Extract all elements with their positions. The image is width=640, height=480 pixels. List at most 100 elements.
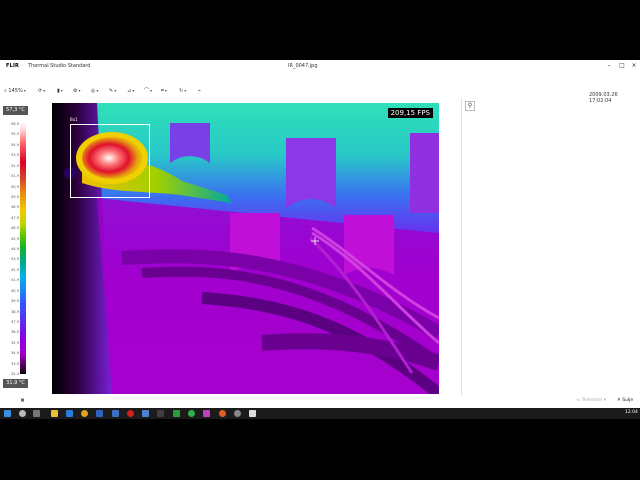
chart-button[interactable]: ⌁: [198, 85, 201, 97]
app-icon-5[interactable]: [157, 410, 164, 417]
scale-tick-label: 51,9: [10, 174, 19, 179]
flir-logo: FLIR: [6, 63, 20, 69]
holder-5: [344, 215, 394, 275]
scale-tick-label: 52,9: [10, 163, 19, 168]
scale-ticks: 56,9 55,9 54,9 53,9 52,9 51,9 50,9 49,9 48,9 47,9…: [2, 122, 19, 376]
target-icon: ◎: [91, 88, 96, 94]
minimize-button[interactable]: –: [603, 61, 615, 71]
scale-max-label[interactable]: 57,3 °C: [3, 106, 28, 115]
scale-tick-label: 37,9: [10, 319, 19, 324]
roi-label: Bx1: [70, 117, 78, 122]
chevron-down-icon: ▾: [60, 88, 63, 93]
whatsapp-icon[interactable]: [188, 410, 195, 417]
status-bar: × ▭ Telemetri ▾ ✕ Sulje: [0, 396, 640, 408]
refresh-icon: ↻: [179, 88, 184, 94]
zoom-dropdown[interactable]: ⌕ 145%▾: [4, 85, 26, 97]
roi-box[interactable]: [70, 124, 150, 198]
flir-taskbar-icon[interactable]: [249, 410, 256, 417]
toolbar: ⌕ 145%▾ ⟳▾ ▮▾ ⚙▾ ◎▾ ✎▾ ⊿▾ ⌒▾ ⌗▾ ↻▾ ⌁: [0, 85, 640, 97]
chevron-down-icon: ▾: [43, 88, 46, 93]
close-button[interactable]: ✕ Sulje: [617, 398, 633, 403]
app-icon-2[interactable]: [112, 410, 119, 417]
palette-button[interactable]: ▮▾: [57, 85, 63, 97]
scale-tick-label: 35,9: [10, 340, 19, 345]
close-label: Sulje: [622, 398, 634, 403]
measure-icon: ⊿: [127, 88, 132, 94]
scale-tick-label: 44,9: [10, 247, 19, 251]
zoom-icon: ⌕: [4, 88, 7, 94]
panel-divider: [461, 98, 462, 398]
pin-button[interactable]: ⚲: [465, 101, 475, 111]
palette-icon: ▮: [57, 88, 60, 94]
chevron-down-icon: ▾: [78, 88, 81, 93]
zoom-value: 145%: [8, 88, 23, 94]
scale-tick-label: 41,9: [10, 278, 19, 283]
scale-tick-label: 50,9: [10, 184, 19, 189]
scale-tick-label: 34,9: [10, 351, 19, 356]
scale-tick-label: 43,9: [10, 257, 19, 262]
settings-icon: ⚙: [73, 88, 78, 94]
thermal-image[interactable]: Bx1 209,15 FPS: [52, 103, 439, 394]
settings-button[interactable]: ⚙▾: [73, 85, 81, 97]
holder-2: [286, 138, 336, 208]
scale-min-label[interactable]: 31,9 °C: [3, 379, 28, 388]
document-title: IR_0047.jpg: [288, 63, 318, 69]
telemetry-dropdown[interactable]: ▭ Telemetri ▾: [576, 398, 606, 403]
app-icon-1[interactable]: [96, 410, 103, 417]
flir-thermal-studio-window: FLIR Thermal Studio Standard IR_0047.jpg…: [0, 60, 640, 408]
scale-tick-label: 56,9: [10, 122, 19, 126]
crop-icon: ⌗: [161, 88, 164, 94]
app-icon-8[interactable]: [219, 410, 226, 417]
shape-tool-button[interactable]: ⌒▾: [144, 85, 152, 97]
search-icon[interactable]: [19, 410, 26, 417]
store-icon[interactable]: [66, 410, 73, 417]
shape-icon: ⌒: [144, 88, 150, 94]
chevron-down-icon: ▾: [184, 88, 187, 93]
title-bar: FLIR Thermal Studio Standard IR_0047.jpg…: [0, 60, 640, 73]
scale-tick-label: 40,9: [10, 288, 19, 293]
capture-datetime: 2009.03.26 17:02:04: [589, 92, 618, 104]
close-panel-icon[interactable]: ×: [20, 397, 25, 404]
measure-tool-button[interactable]: ⊿▾: [127, 85, 134, 97]
chevron-down-icon: ▾: [164, 88, 167, 93]
scale-tick-label: 53,9: [10, 153, 19, 158]
pencil-icon: ✎: [109, 88, 114, 94]
scale-tick-label: 48,9: [10, 205, 19, 210]
app-title: Thermal Studio Standard: [28, 63, 91, 69]
rotate-icon: ⟳: [38, 88, 43, 94]
scale-tick-label: 33,9: [10, 361, 19, 366]
refresh-button[interactable]: ↻▾: [179, 85, 186, 97]
pencil-tool-button[interactable]: ✎▾: [109, 85, 116, 97]
task-view-icon[interactable]: [33, 410, 40, 417]
app-icon-7[interactable]: [203, 410, 210, 417]
fps-badge: 209,15 FPS: [387, 108, 433, 118]
maximize-button[interactable]: □: [616, 61, 628, 71]
taskbar-clock: 12.04: [625, 410, 638, 415]
telemetry-label: Telemetri: [581, 398, 603, 403]
file-explorer-icon[interactable]: [51, 410, 58, 417]
rotate-button[interactable]: ⟳▾: [38, 85, 45, 97]
close-window-button[interactable]: ×: [628, 61, 640, 71]
chart-icon: ⌁: [198, 88, 202, 94]
pin-icon: ⚲: [467, 102, 473, 109]
scale-tick-label: 42,9: [10, 267, 19, 272]
scale-tick-label: 47,9: [10, 215, 19, 220]
temperature-colorbar: [20, 122, 26, 374]
scale-tick-label: 39,9: [10, 299, 19, 304]
scale-tick-label: 55,9: [10, 132, 19, 137]
app-icon-3[interactable]: [127, 410, 134, 417]
app-icon-4[interactable]: [142, 410, 149, 417]
scale-tick-label: 38,9: [10, 309, 19, 314]
scale-tick-label: 45,9: [10, 236, 19, 241]
app-icon-6[interactable]: [173, 410, 180, 417]
chrome-icon[interactable]: [81, 410, 88, 417]
scale-tick-label: 46,9: [10, 226, 19, 231]
start-icon[interactable]: [4, 410, 11, 417]
chevron-down-icon: ▾: [23, 88, 26, 93]
scale-tick-label: 36,9: [10, 330, 19, 335]
app-icon-9[interactable]: [234, 410, 241, 417]
chevron-down-icon: ▾: [96, 88, 99, 93]
spot-tool-button[interactable]: ◎▾: [91, 85, 98, 97]
crop-tool-button[interactable]: ⌗▾: [161, 85, 167, 97]
holder-3: [410, 133, 439, 213]
